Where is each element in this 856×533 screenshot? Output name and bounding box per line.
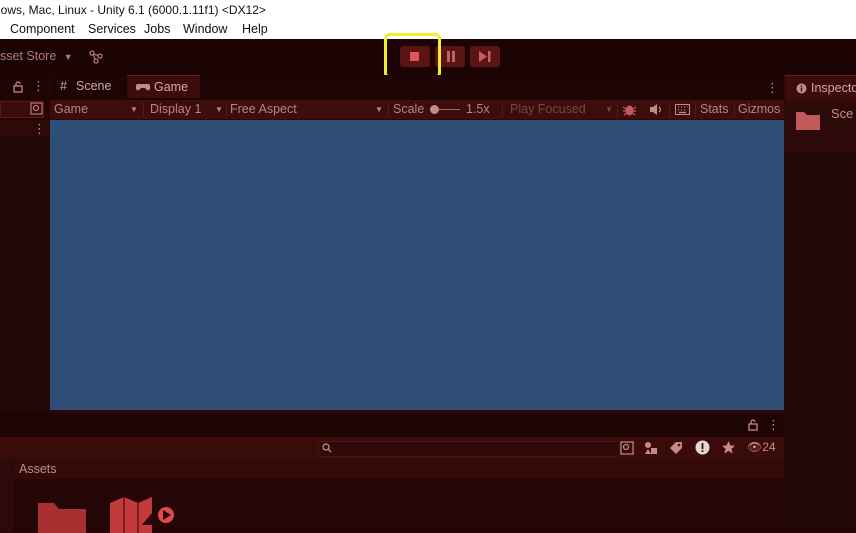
aspect-label: Free Aspect <box>230 102 297 116</box>
pause-icon <box>446 51 456 62</box>
menu-component[interactable]: Component <box>10 22 75 36</box>
inspector-tabstrip: Inspecto <box>785 75 856 101</box>
tab-inspector[interactable]: Inspecto <box>785 75 856 101</box>
separator <box>617 102 618 117</box>
separator <box>143 102 144 117</box>
separator <box>226 102 227 117</box>
scale-value: 1.5x <box>466 102 490 116</box>
display-dropdown[interactable]: Display 1 ▼ <box>150 100 224 119</box>
chevron-down-icon: ▼ <box>605 105 613 114</box>
separator <box>695 102 696 117</box>
hierarchy-menu-icon[interactable]: ⋮ <box>32 79 45 92</box>
menu-help[interactable]: Help <box>242 22 268 36</box>
search-by-type-icon[interactable] <box>620 441 634 455</box>
step-icon <box>479 51 491 62</box>
chevron-down-icon: ▼ <box>63 52 73 62</box>
chevron-down-icon: ▼ <box>215 105 223 114</box>
chevron-down-icon: ▼ <box>375 105 383 114</box>
tab-inspector-label: Inspecto <box>811 81 856 95</box>
scale-slider[interactable] <box>430 105 460 114</box>
version-control-icon[interactable] <box>89 50 103 64</box>
project-folder-tree[interactable] <box>0 459 13 532</box>
play-focused-label: Play Focused <box>510 102 586 116</box>
assets-breadcrumb-label[interactable]: Assets <box>19 462 57 476</box>
game-view-dropdown[interactable]: Game ▼ <box>54 100 140 119</box>
window-title-bar: dows, Mac, Linux - Unity 6.1 (6000.1.11f… <box>0 0 856 20</box>
aspect-dropdown[interactable]: Free Aspect ▼ <box>230 100 384 119</box>
scale-slider-thumb[interactable] <box>430 105 439 114</box>
stats-button[interactable]: Stats <box>700 100 729 119</box>
play-focused-dropdown[interactable]: Play Focused ▼ <box>510 100 614 119</box>
asset-store-dropdown[interactable]: sset Store ▼ <box>0 49 73 65</box>
project-panel: ⋮ 👁24 Assets <box>0 413 784 533</box>
assets-breadcrumb: Assets <box>14 459 784 479</box>
keyboard-icon[interactable] <box>675 104 690 115</box>
filter-type-icon[interactable] <box>643 440 659 456</box>
project-search-input[interactable] <box>318 441 620 457</box>
lock-icon[interactable] <box>13 81 23 93</box>
gizmos-button[interactable]: Gizmos <box>738 100 780 119</box>
hierarchy-panel: ⋮ ⋮ <box>0 75 49 412</box>
display-label: Display 1 <box>150 102 202 116</box>
lock-icon[interactable] <box>748 419 758 431</box>
hierarchy-tabstrip: ⋮ <box>0 75 49 99</box>
grid-icon: # <box>60 79 67 93</box>
scale-label: Scale <box>393 102 425 116</box>
bug-icon[interactable] <box>622 102 637 117</box>
project-menu-icon[interactable]: ⋮ <box>767 417 780 433</box>
game-view-label: Game <box>54 102 89 116</box>
project-tabstrip: ⋮ <box>0 413 784 437</box>
game-view-toolbar: Game ▼ Display 1 ▼ Free Aspect ▼ Scale 1… <box>50 100 784 119</box>
tab-game-label: Game <box>154 80 189 94</box>
inspector-panel: Inspecto Sce <box>785 75 856 532</box>
separator <box>734 102 735 117</box>
scene-row-menu-icon[interactable]: ⋮ <box>33 121 46 137</box>
center-panel-menu-icon[interactable]: ⋮ <box>766 80 779 96</box>
folder-asset-icon[interactable] <box>36 499 88 533</box>
warning-icon[interactable] <box>695 440 710 455</box>
center-tabstrip: # Scene Game ⋮ <box>50 75 784 100</box>
separator <box>388 102 389 117</box>
menu-jobs[interactable]: Jobs <box>144 22 170 36</box>
eye-icon: 👁 <box>747 440 763 454</box>
separator <box>502 102 503 117</box>
search-options-icon[interactable] <box>30 102 43 115</box>
visibility-toggle[interactable]: 👁24 <box>747 440 776 454</box>
tab-game[interactable]: Game <box>127 75 200 98</box>
star-icon[interactable] <box>721 440 736 455</box>
play-controls-highlight <box>384 33 441 79</box>
menu-services[interactable]: Services <box>88 22 136 36</box>
tab-scene[interactable]: # Scene <box>52 75 124 97</box>
project-toolbar: 👁24 <box>0 437 784 459</box>
step-button[interactable] <box>470 46 500 67</box>
folder-icon <box>795 109 821 131</box>
hierarchy-scene-row[interactable]: ⋮ <box>0 120 49 136</box>
inspector-header: Sce <box>785 101 856 153</box>
tag-icon[interactable] <box>669 441 683 455</box>
asset-store-label: sset Store <box>0 49 57 63</box>
game-viewport[interactable] <box>50 120 784 410</box>
chevron-down-icon: ▼ <box>130 105 138 114</box>
window-title: dows, Mac, Linux - Unity 6.1 (6000.1.11f… <box>0 3 266 17</box>
info-icon <box>796 83 807 94</box>
speaker-icon[interactable] <box>649 103 663 116</box>
tab-scene-label: Scene <box>76 79 112 93</box>
separator <box>669 102 670 117</box>
gamepad-icon <box>136 76 150 98</box>
menu-window[interactable]: Window <box>183 22 227 36</box>
inspector-item-name: Sce <box>831 106 854 121</box>
scene-asset-icon[interactable] <box>108 495 180 533</box>
search-icon <box>322 443 332 453</box>
visibility-count: 24 <box>762 440 776 454</box>
